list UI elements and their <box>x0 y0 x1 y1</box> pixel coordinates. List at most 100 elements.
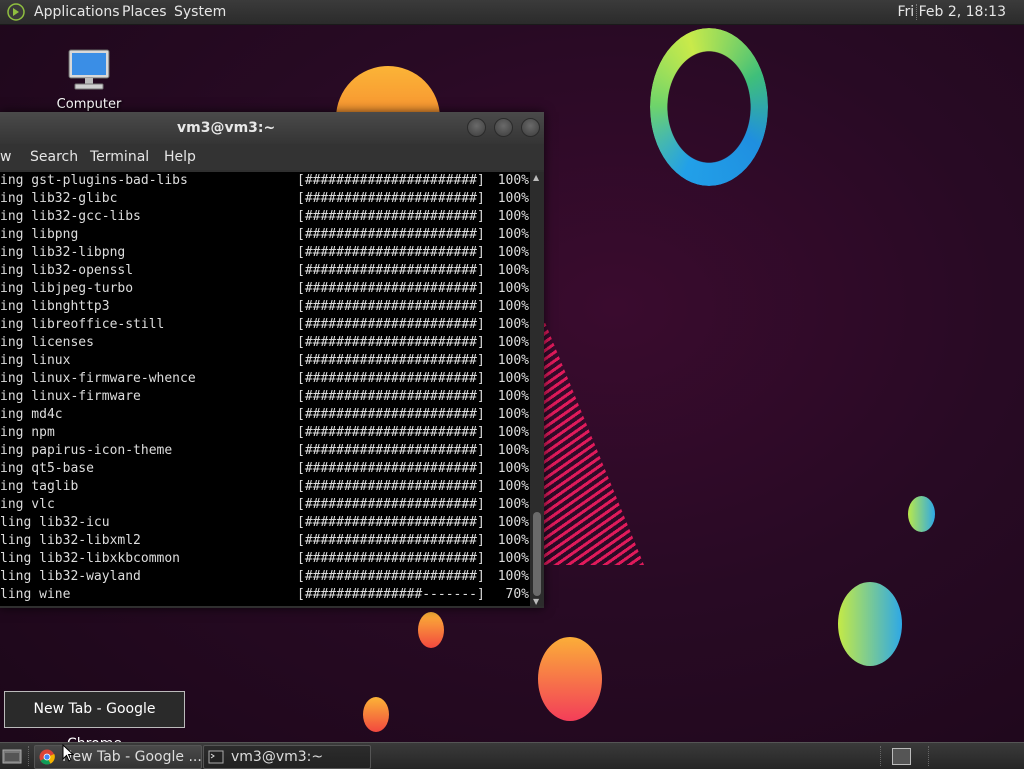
package-name: ing libjpeg-turbo <box>0 281 134 296</box>
progress-bar-text: [######################] <box>297 245 485 260</box>
show-desktop-icon[interactable] <box>2 747 22 765</box>
progress-percent: 100% <box>497 335 529 350</box>
package-name: ing lib32-glibc <box>0 191 118 206</box>
package-name: ing licenses <box>0 335 94 350</box>
progress-percent: 100% <box>497 515 529 530</box>
progress-percent: 100% <box>497 551 529 566</box>
menu-system[interactable]: System <box>174 0 226 24</box>
progress-percent: 100% <box>497 353 529 368</box>
package-name: ing papirus-icon-theme <box>0 443 173 458</box>
progress-bar-text: [######################] <box>297 551 485 566</box>
progress-bar-text: [######################] <box>297 263 485 278</box>
wallpaper-orb <box>838 582 902 666</box>
progress-bar-text: [###############-------] <box>297 587 485 602</box>
package-name: ing libnghttp3 <box>0 299 110 314</box>
clock[interactable]: Fri Feb 2, 18:13 <box>897 0 1006 24</box>
progress-bar-text: [######################] <box>297 335 485 350</box>
bottom-taskbar: New Tab - Google ... vm3@vm3:~ <box>0 742 1024 769</box>
progress-bar-text: [######################] <box>297 407 485 422</box>
progress-bar-text: [######################] <box>297 191 485 206</box>
wallpaper-orb <box>908 496 935 532</box>
progress-bar-text: [######################] <box>297 569 485 584</box>
chrome-icon <box>39 749 55 765</box>
progress-bar-text: [######################] <box>297 389 485 404</box>
top-panel: Applications Places System Fri Feb 2, 18… <box>0 0 1024 25</box>
menu-places[interactable]: Places <box>122 0 167 24</box>
package-name: ing lib32-gcc-libs <box>0 209 141 224</box>
progress-percent: 100% <box>497 281 529 296</box>
wallpaper-orb <box>363 697 389 732</box>
desktop-icon-label: Computer <box>56 97 122 112</box>
terminal-output[interactable]: ing gst-plugins-bad-libs [###############… <box>0 172 530 606</box>
package-name: ling lib32-libxml2 <box>0 533 141 548</box>
progress-bar-text: [######################] <box>297 299 485 314</box>
progress-bar-text: [######################] <box>297 371 485 386</box>
progress-percent: 100% <box>497 173 529 188</box>
package-name: ling lib32-icu <box>0 515 110 530</box>
package-name: ing lib32-openssl <box>0 263 134 278</box>
package-name: ing libpng <box>0 227 79 242</box>
wallpaper-orb <box>418 612 444 648</box>
scroll-down-arrow-icon[interactable]: ▼ <box>533 597 539 606</box>
progress-percent: 100% <box>497 443 529 458</box>
wallpaper-stripes <box>544 320 644 565</box>
scrollbar-thumb[interactable] <box>533 512 541 596</box>
progress-bar-text: [######################] <box>297 353 485 368</box>
package-name: ling lib32-libxkbcommon <box>0 551 181 566</box>
minimize-button[interactable] <box>467 118 486 137</box>
package-name: ing gst-plugins-bad-libs <box>0 173 188 188</box>
window-titlebar[interactable]: vm3@vm3:~ <box>0 112 544 144</box>
progress-percent: 100% <box>497 191 529 206</box>
terminal-menubar: w Search Terminal Help <box>0 144 544 170</box>
taskbar-tooltip: New Tab - Google Chrome <box>4 691 185 752</box>
scroll-up-arrow-icon[interactable]: ▲ <box>533 173 539 182</box>
package-name: ing libreoffice-still <box>0 317 165 332</box>
package-name: ing linux-firmware-whence <box>0 371 196 386</box>
progress-bar-text: [######################] <box>297 227 485 242</box>
package-name: ing lib32-libpng <box>0 245 126 260</box>
menu-search[interactable]: Search <box>30 149 78 165</box>
terminal-icon <box>208 750 224 764</box>
window-title: vm3@vm3:~ <box>177 120 276 136</box>
menu-help[interactable]: Help <box>164 149 196 165</box>
taskbar-separator <box>28 746 29 766</box>
progress-bar-text: [######################] <box>297 425 485 440</box>
menu-view[interactable]: w <box>0 149 11 165</box>
maximize-button[interactable] <box>494 118 513 137</box>
mate-logo-icon[interactable] <box>7 3 25 21</box>
progress-percent: 100% <box>497 209 529 224</box>
terminal-window[interactable]: vm3@vm3:~ w Search Terminal Help ing gst… <box>0 112 544 608</box>
mouse-cursor-icon <box>62 744 74 762</box>
progress-bar-text: [######################] <box>297 533 485 548</box>
progress-percent: 100% <box>497 425 529 440</box>
menu-applications[interactable]: Applications <box>34 0 120 24</box>
close-button[interactable] <box>521 118 540 137</box>
package-name: ling lib32-wayland <box>0 569 141 584</box>
progress-percent: 100% <box>497 227 529 242</box>
progress-bar-text: [######################] <box>297 209 485 224</box>
terminal-scrollbar[interactable]: ▲ ▼ <box>530 172 544 606</box>
task-button-terminal[interactable]: vm3@vm3:~ <box>203 745 371 769</box>
progress-percent: 100% <box>497 371 529 386</box>
progress-percent: 100% <box>497 533 529 548</box>
workspace-switcher-icon[interactable] <box>892 748 911 765</box>
taskbar-separator <box>880 746 881 766</box>
package-name: ling wine <box>0 587 71 602</box>
wallpaper-ring <box>650 28 768 186</box>
progress-bar-text: [######################] <box>297 281 485 296</box>
progress-percent: 100% <box>497 299 529 314</box>
progress-bar-text: [######################] <box>297 461 485 476</box>
progress-percent: 100% <box>497 389 529 404</box>
package-name: ing vlc <box>0 497 55 512</box>
taskbar-separator <box>928 746 929 766</box>
progress-percent: 70% <box>505 587 529 602</box>
progress-bar-text: [######################] <box>297 443 485 458</box>
progress-percent: 100% <box>497 245 529 260</box>
menu-terminal[interactable]: Terminal <box>90 149 149 165</box>
desktop-icon-computer[interactable]: Computer <box>52 46 126 112</box>
progress-percent: 100% <box>497 479 529 494</box>
task-button-chrome[interactable]: New Tab - Google ... <box>34 745 202 769</box>
progress-bar-text: [######################] <box>297 515 485 530</box>
package-name: ing linux-firmware <box>0 389 141 404</box>
progress-percent: 100% <box>497 569 529 584</box>
